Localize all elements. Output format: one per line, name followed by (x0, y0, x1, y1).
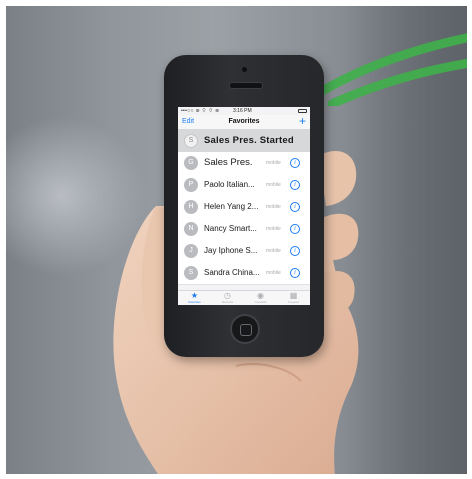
favorite-row[interactable]: P Paolo Italian... mobile i (178, 174, 310, 197)
status-bar: •••○○ ≋ ⌔ ⌔ ≋ 3:16 PM (178, 107, 310, 115)
tab-label: Favorites (188, 300, 201, 304)
status-time: 3:16 PM (233, 108, 252, 114)
phone-type-label: mobile (266, 204, 281, 210)
tab-keypad[interactable]: ▦ Keypad (277, 291, 310, 305)
avatar: P (184, 178, 198, 192)
phone-type-label: mobile (266, 160, 281, 166)
info-icon[interactable]: i (290, 158, 300, 168)
earpiece-speaker (229, 82, 263, 89)
contact-name: Paolo Italian... (204, 180, 255, 189)
smartphone: •••○○ ≋ ⌔ ⌔ ≋ 3:16 PM Edit Favorites + S… (164, 55, 324, 357)
favorite-row[interactable]: G Sales Pres. mobile i (178, 152, 310, 175)
info-icon[interactable]: i (290, 224, 300, 234)
contact-name: Sandra China... (204, 268, 260, 277)
phone-type-label: mobile (266, 226, 281, 232)
page-title: Favorites (228, 118, 260, 125)
keypad-icon: ▦ (289, 291, 298, 300)
contact-name: Sales Pres. (204, 157, 253, 168)
favorite-row[interactable]: J Jay Iphone S... mobile i (178, 240, 310, 263)
person-icon: ◉ (257, 291, 264, 300)
info-icon[interactable]: i (290, 202, 300, 212)
tab-label: Keypad (288, 300, 299, 304)
avatar: G (184, 156, 198, 170)
favorite-row[interactable]: H Helen Yang 2... mobile i (178, 196, 310, 219)
phone-type-label: mobile (266, 270, 281, 276)
home-button[interactable] (230, 314, 260, 344)
favorite-row[interactable]: S Sandra China... mobile i (178, 262, 310, 285)
phone-screen: •••○○ ≋ ⌔ ⌔ ≋ 3:16 PM Edit Favorites + S… (178, 107, 310, 305)
avatar: S (184, 266, 198, 280)
info-icon[interactable]: i (290, 246, 300, 256)
avatar: N (184, 222, 198, 236)
contact-name: Jay Iphone S... (204, 246, 258, 255)
favorite-row[interactable]: N Nancy Smart... mobile i (178, 218, 310, 241)
tab-bar: ★ Favorites ◷ Recents ◉ Contacts ▦ Keypad (178, 290, 310, 305)
wireless-signal-icon (319, 33, 467, 106)
star-icon: ★ (190, 291, 199, 300)
contact-name: Helen Yang 2... (204, 202, 259, 211)
contact-name: Nancy Smart... (204, 224, 257, 233)
carrier-signal: •••○○ ≋ ⌔ ⌔ ≋ (181, 108, 220, 114)
front-camera (242, 67, 247, 72)
tab-label: Recents (221, 300, 233, 304)
avatar: S (184, 134, 198, 148)
favorite-row[interactable]: S Sales Pres. Started (178, 130, 310, 153)
tab-label: Contacts (254, 300, 267, 304)
phone-type-label: mobile (266, 248, 281, 254)
battery-icon (298, 109, 307, 113)
info-icon[interactable]: i (290, 180, 300, 190)
clock-icon: ◷ (224, 291, 231, 300)
info-icon[interactable]: i (290, 268, 300, 278)
background-photo: •••○○ ≋ ⌔ ⌔ ≋ 3:16 PM Edit Favorites + S… (6, 6, 467, 474)
tab-contacts[interactable]: ◉ Contacts (244, 291, 277, 305)
tab-favorites[interactable]: ★ Favorites (178, 291, 211, 305)
navigation-bar: Edit Favorites + (178, 115, 310, 130)
contact-name: Sales Pres. Started (204, 135, 294, 146)
tab-recents[interactable]: ◷ Recents (211, 291, 244, 305)
avatar: H (184, 200, 198, 214)
avatar: J (184, 244, 198, 258)
phone-type-label: mobile (266, 182, 281, 188)
add-favorite-button[interactable]: + (299, 115, 306, 127)
